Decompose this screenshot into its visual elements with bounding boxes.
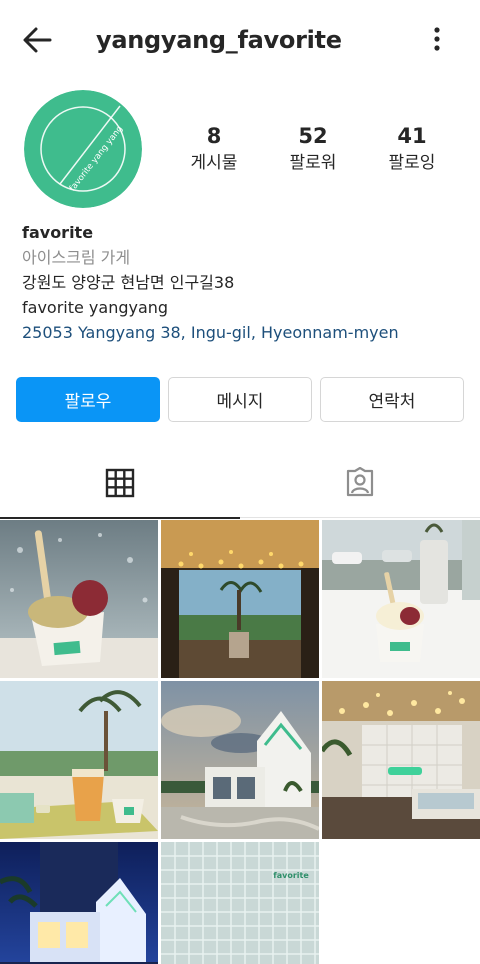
- stat-following[interactable]: 41 팔로잉: [362, 122, 462, 176]
- contact-button[interactable]: 연락처: [320, 377, 464, 422]
- profile-address-link[interactable]: 25053 Yangyang 38, Ingu-gil, Hyeonnam-my…: [22, 320, 472, 345]
- post-cafe-interior-lights[interactable]: [161, 520, 319, 678]
- stat-following-label: 팔로잉: [388, 153, 436, 173]
- stat-followers[interactable]: 52 팔로워: [263, 122, 363, 176]
- stat-followers-label: 팔로워: [289, 153, 337, 173]
- post-ice-cream-table[interactable]: [322, 520, 480, 678]
- post-coffee-cups-tray[interactable]: [0, 681, 158, 839]
- follow-button[interactable]: 팔로우: [16, 377, 160, 422]
- post-ice-cream-window[interactable]: [0, 520, 158, 678]
- post-building-night[interactable]: [0, 842, 158, 964]
- profile-tabs: [0, 452, 480, 519]
- top-bar: yangyang_favorite: [0, 0, 480, 80]
- grid-icon: [105, 468, 135, 502]
- tab-posts-grid[interactable]: [0, 452, 240, 519]
- profile-display-name: favorite: [22, 223, 94, 242]
- profile-bio-line: favorite yangyang: [22, 298, 169, 317]
- avatar[interactable]: favorite yang yang: [24, 90, 142, 208]
- profile-address: 강원도 양양군 현남면 인구길38: [22, 273, 235, 292]
- tagged-person-icon: [344, 466, 376, 503]
- tab-tagged[interactable]: [240, 452, 480, 518]
- post-building-exterior[interactable]: [161, 681, 319, 839]
- stat-posts-value: 8: [206, 124, 222, 148]
- stat-posts-label: 게시물: [190, 153, 238, 173]
- stat-followers-value: 52: [298, 124, 328, 148]
- tile-wall-logo-text: favorite: [273, 871, 309, 880]
- stat-posts[interactable]: 8 게시물: [164, 122, 264, 176]
- post-counter-neon[interactable]: [322, 681, 480, 839]
- arrow-left-icon[interactable]: [18, 22, 58, 58]
- more-vertical-icon[interactable]: [420, 22, 454, 58]
- profile-bio: favorite 아이스크림 가게 강원도 양양군 현남면 인구길38 favo…: [22, 220, 472, 345]
- post-tile-wall-logo[interactable]: favorite: [161, 842, 319, 964]
- profile-username: yangyang_favorite: [96, 26, 342, 54]
- profile-category: 아이스크림 가게: [22, 248, 131, 267]
- message-button[interactable]: 메시지: [168, 377, 312, 422]
- stat-following-value: 41: [397, 124, 427, 148]
